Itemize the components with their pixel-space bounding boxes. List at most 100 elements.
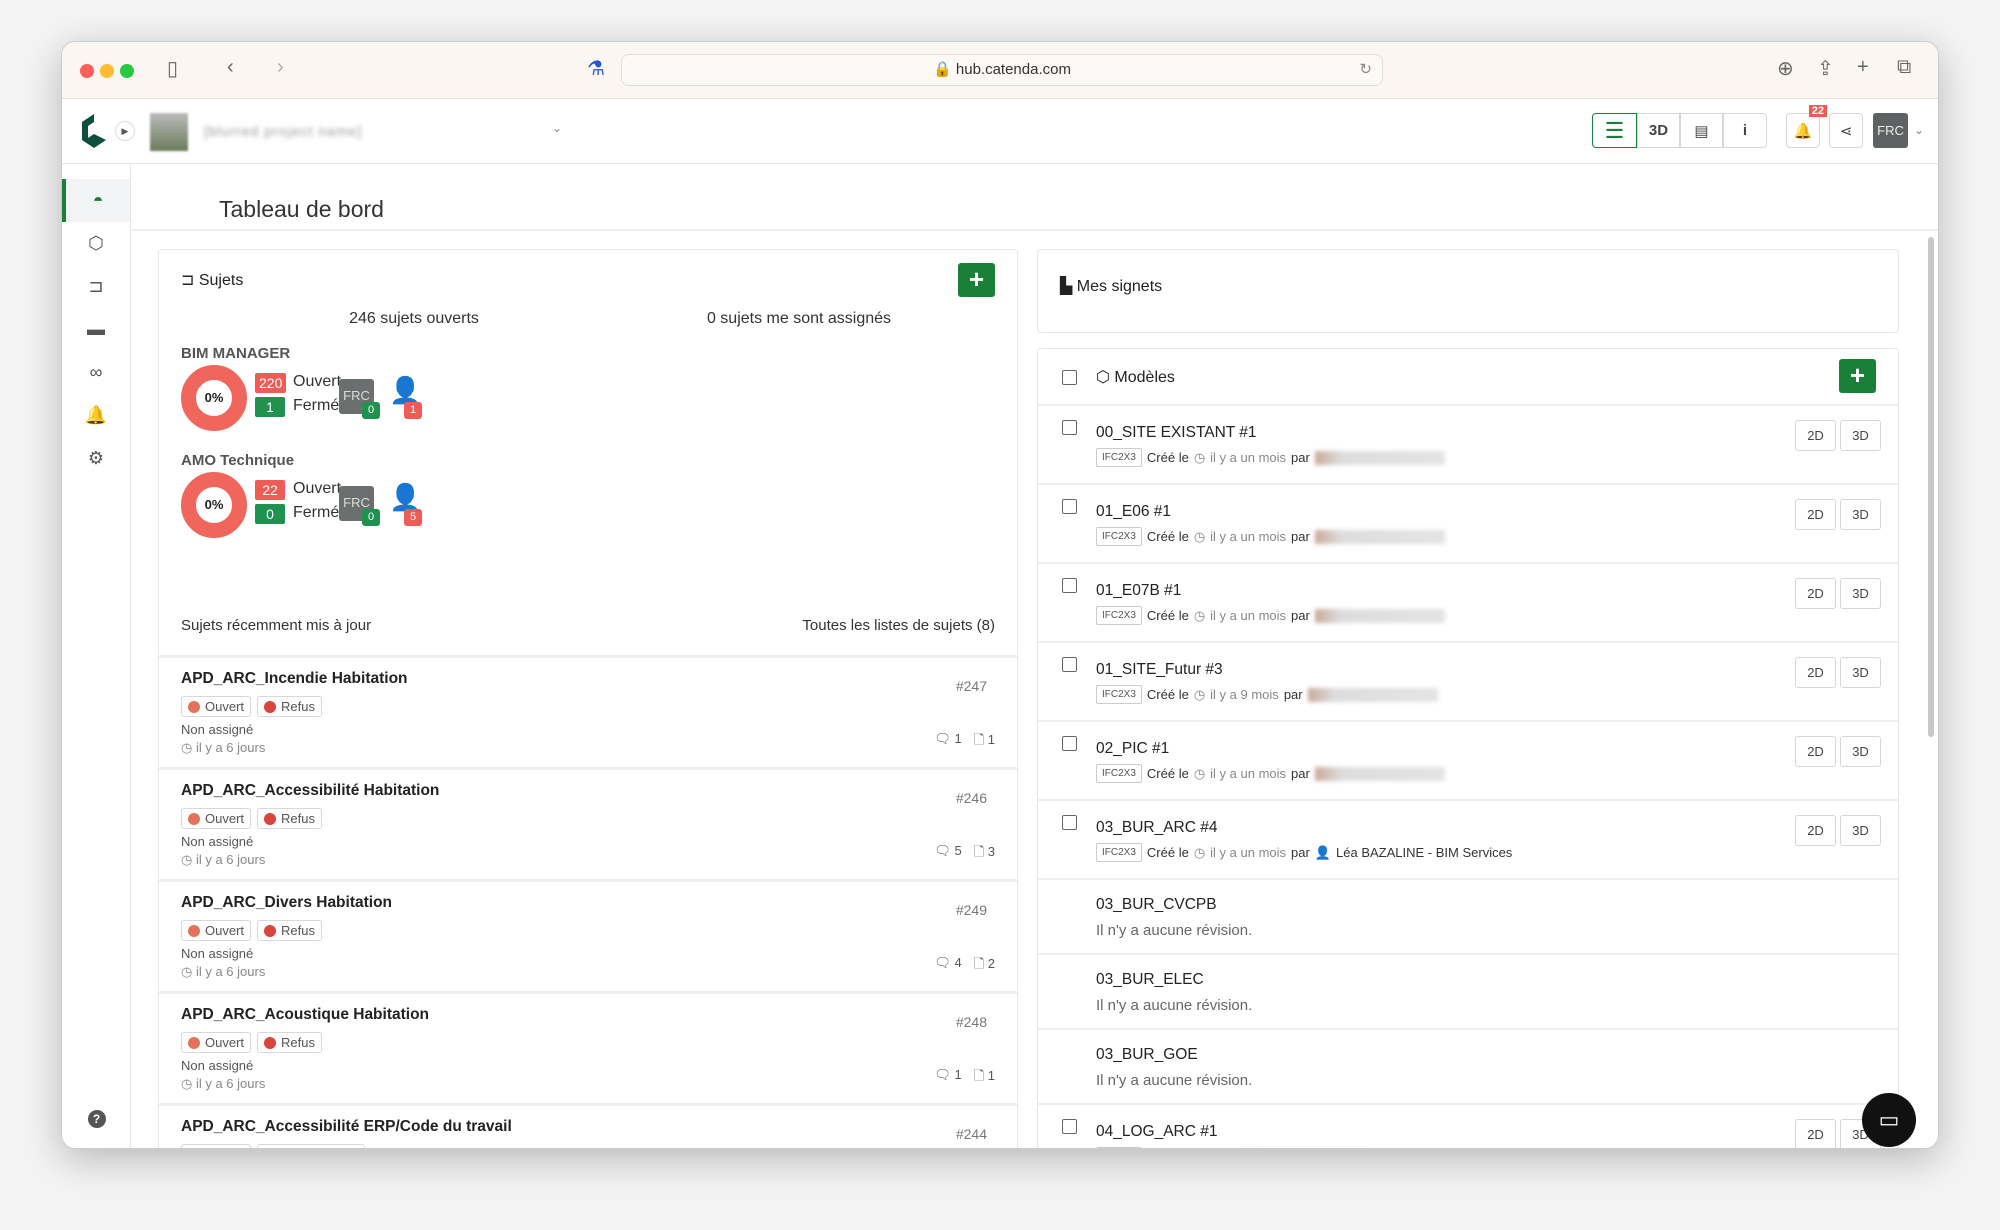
- chat-button[interactable]: ▭: [1862, 1093, 1916, 1147]
- model-row[interactable]: 03_BUR_GOE Il n'y a aucune révision.: [1038, 1028, 1898, 1103]
- model-row[interactable]: 01_E07B #1 IFC2X3 Créé le ◷ il y a un mois p…: [1038, 562, 1898, 641]
- open-2d-button[interactable]: 2D: [1795, 578, 1836, 609]
- back-icon[interactable]: ‹: [227, 56, 234, 79]
- model-checkbox[interactable]: [1062, 1119, 1077, 1134]
- model-checkbox[interactable]: [1062, 736, 1077, 751]
- issue-title[interactable]: APD_ARC_Acoustique Habitation: [181, 1006, 995, 1024]
- unassigned-count[interactable]: 1: [404, 402, 422, 419]
- close-window-button[interactable]: [80, 64, 94, 78]
- open-count[interactable]: 220: [255, 373, 287, 393]
- model-name[interactable]: 01_E07B #1: [1096, 582, 1181, 600]
- scrollbar[interactable]: [1928, 237, 1934, 737]
- model-name[interactable]: 00_SITE EXISTANT #1: [1096, 424, 1257, 442]
- issue-item[interactable]: APD_ARC_Accessibilité ERP/Code du travai…: [159, 1103, 1017, 1148]
- model-row[interactable]: 03_BUR_ELEC Il n'y a aucune révision.: [1038, 953, 1898, 1028]
- model-name[interactable]: 03_BUR_ARC #4: [1096, 819, 1217, 837]
- issue-item[interactable]: APD_ARC_Accessibilité Habitation #246 Ou…: [159, 767, 1017, 879]
- open-3d-button[interactable]: 3D: [1840, 657, 1881, 688]
- unassigned-count[interactable]: 5: [404, 509, 422, 526]
- sidebar-item-models[interactable]: ⬡: [62, 222, 130, 265]
- issue-assignee: Non assigné: [181, 1058, 254, 1073]
- select-all-models-checkbox[interactable]: [1062, 370, 1077, 385]
- open-2d-button[interactable]: 2D: [1795, 815, 1836, 846]
- info-button[interactable]: i: [1723, 113, 1767, 148]
- model-checkbox[interactable]: [1062, 499, 1077, 514]
- reload-icon[interactable]: ↻: [1359, 55, 1372, 85]
- issue-title[interactable]: APD_ARC_Accessibilité ERP/Code du travai…: [181, 1118, 995, 1136]
- model-checkbox[interactable]: [1062, 815, 1077, 830]
- add-model-button[interactable]: +: [1839, 359, 1876, 393]
- model-row[interactable]: 04_LOG_ARC #1 IFC2X3Créé le◷par 2D 3D: [1038, 1103, 1898, 1148]
- model-name[interactable]: 02_PIC #1: [1096, 740, 1169, 758]
- issue-number: #249: [955, 902, 987, 918]
- sidebar-item-dashboard[interactable]: ◓: [62, 179, 130, 222]
- maximize-window-button[interactable]: [120, 64, 134, 78]
- model-row[interactable]: 00_SITE EXISTANT #1 IFC2X3 Créé le ◷ il y a…: [1038, 404, 1898, 483]
- open-2d-button[interactable]: 2D: [1795, 1119, 1836, 1148]
- download-icon[interactable]: ⊕: [1777, 56, 1794, 81]
- browser-toolbar: ▯ ‹ › ⚗ 🔒 hub.catenda.com ↻ ⊕ ⇪ + ⧉: [62, 42, 1938, 99]
- sidebar-item-settings[interactable]: ⚙: [62, 437, 130, 480]
- model-name[interactable]: 03_BUR_CVCPB: [1096, 896, 1217, 914]
- issue-item[interactable]: APD_ARC_Acoustique Habitation #248 Ouver…: [159, 991, 1017, 1103]
- sidebar-toggle-icon[interactable]: ▯: [167, 56, 178, 81]
- new-tab-icon[interactable]: +: [1857, 56, 1869, 79]
- model-checkbox[interactable]: [1062, 657, 1077, 672]
- model-name[interactable]: 01_SITE_Futur #3: [1096, 661, 1223, 679]
- 3d-view-button[interactable]: 3D: [1637, 113, 1680, 148]
- model-name[interactable]: 03_BUR_ELEC: [1096, 971, 1204, 989]
- issue-item[interactable]: APD_ARC_Divers Habitation #249 Ouvert Re…: [159, 879, 1017, 991]
- all-issue-lists-link[interactable]: Toutes les listes de sujets (8): [802, 617, 995, 634]
- closed-count[interactable]: 0: [255, 504, 285, 524]
- type-badge: Refus: [257, 920, 322, 941]
- open-3d-button[interactable]: 3D: [1840, 420, 1881, 451]
- model-row[interactable]: 03_BUR_ARC #4 IFC2X3 Créé le ◷ il y a un mo…: [1038, 799, 1898, 878]
- open-3d-button[interactable]: 3D: [1840, 578, 1881, 609]
- closed-count[interactable]: 1: [255, 397, 285, 417]
- issue-item[interactable]: APD_ARC_Incendie Habitation #247 Ouvert …: [159, 655, 1017, 767]
- tabs-overview-icon[interactable]: ⧉: [1897, 56, 1911, 79]
- forward-icon[interactable]: ›: [277, 56, 284, 79]
- project-name[interactable]: [blurred project name]: [204, 121, 544, 141]
- sidebar-item-archive[interactable]: ▬: [62, 308, 130, 351]
- model-name[interactable]: 04_LOG_ARC #1: [1096, 1123, 1218, 1141]
- list-view-button[interactable]: ☰: [1592, 113, 1637, 148]
- open-3d-button[interactable]: 3D: [1840, 815, 1881, 846]
- sidebar-item-issues[interactable]: ⊐: [62, 265, 130, 308]
- minimize-window-button[interactable]: [100, 64, 114, 78]
- model-name[interactable]: 03_BUR_GOE: [1096, 1046, 1198, 1064]
- open-2d-button[interactable]: 2D: [1795, 657, 1836, 688]
- open-3d-button[interactable]: 3D: [1840, 499, 1881, 530]
- tree-view-button[interactable]: ▤: [1680, 113, 1723, 148]
- url-bar[interactable]: 🔒 hub.catenda.com ↻: [621, 54, 1383, 86]
- issue-title[interactable]: APD_ARC_Accessibilité Habitation: [181, 782, 995, 800]
- model-row[interactable]: 03_BUR_CVCPB Il n'y a aucune révision.: [1038, 878, 1898, 953]
- user-avatar[interactable]: FRC: [1873, 113, 1908, 148]
- project-dropdown-icon[interactable]: ⌄: [552, 121, 562, 135]
- notifications-button[interactable]: 🔔 22: [1786, 105, 1827, 148]
- model-name[interactable]: 01_E06 #1: [1096, 503, 1171, 521]
- expand-sidebar-button[interactable]: ▶: [115, 121, 135, 141]
- sidebar-item-links[interactable]: ∞: [62, 351, 130, 394]
- status-badge: Ouvert: [181, 696, 252, 717]
- open-2d-button[interactable]: 2D: [1795, 736, 1836, 767]
- sidebar-item-notifications[interactable]: 🔔: [62, 394, 130, 437]
- flask-icon[interactable]: ⚗: [587, 56, 605, 81]
- issue-title[interactable]: APD_ARC_Incendie Habitation: [181, 670, 995, 688]
- user-menu-chevron-icon[interactable]: ⌄: [1914, 123, 1924, 137]
- model-checkbox[interactable]: [1062, 578, 1077, 593]
- open-count[interactable]: 22: [255, 480, 285, 500]
- archive-icon: ▬: [87, 319, 105, 339]
- open-2d-button[interactable]: 2D: [1795, 499, 1836, 530]
- open-3d-button[interactable]: 3D: [1840, 736, 1881, 767]
- open-2d-button[interactable]: 2D: [1795, 420, 1836, 451]
- model-row[interactable]: 01_SITE_Futur #3 IFC2X3 Créé le ◷ il y a 9 …: [1038, 641, 1898, 720]
- share-project-button[interactable]: ⋖: [1829, 113, 1863, 148]
- model-row[interactable]: 01_E06 #1 IFC2X3 Créé le ◷ il y a un mois pa…: [1038, 483, 1898, 562]
- add-issue-button[interactable]: +: [958, 263, 995, 297]
- issue-title[interactable]: APD_ARC_Divers Habitation: [181, 894, 995, 912]
- share-icon[interactable]: ⇪: [1817, 56, 1834, 81]
- sidebar-item-help[interactable]: ?: [62, 1097, 131, 1140]
- model-checkbox[interactable]: [1062, 420, 1077, 435]
- model-row[interactable]: 02_PIC #1 IFC2X3 Créé le ◷ il y a un mois pa…: [1038, 720, 1898, 799]
